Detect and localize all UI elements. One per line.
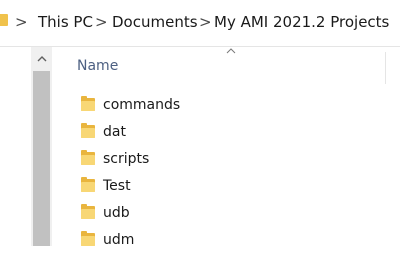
- column-header-name[interactable]: Name: [77, 58, 118, 74]
- list-item[interactable]: udb: [60, 199, 400, 226]
- navigation-scrollbar[interactable]: [31, 47, 52, 246]
- list-item[interactable]: scripts: [60, 145, 400, 172]
- breadcrumb-this-pc[interactable]: This PC: [38, 12, 93, 32]
- file-name: dat: [103, 123, 126, 140]
- list-item[interactable]: Test: [60, 172, 400, 199]
- folder-icon: [81, 231, 95, 246]
- list-item[interactable]: udm: [60, 226, 400, 253]
- list-item[interactable]: dat: [60, 118, 400, 145]
- folder-icon: [81, 204, 95, 219]
- breadcrumb-separator: >: [95, 13, 108, 31]
- breadcrumb-documents[interactable]: Documents: [112, 12, 198, 32]
- sort-ascending-icon: [224, 46, 238, 56]
- chevron-up-icon: [37, 55, 46, 61]
- breadcrumb-separator: >: [199, 13, 212, 31]
- list-item[interactable]: commands: [60, 91, 400, 118]
- breadcrumb-separator: >: [15, 13, 28, 31]
- folder-icon: [81, 177, 95, 192]
- file-name: udm: [103, 231, 135, 248]
- scroll-thumb[interactable]: [33, 71, 50, 246]
- folder-icon: [0, 14, 8, 26]
- file-name: commands: [103, 96, 181, 113]
- file-name: scripts: [103, 150, 150, 167]
- breadcrumb-my-ami-projects[interactable]: My AMI 2021.2 Projects: [214, 12, 389, 32]
- scroll-up-button[interactable]: [31, 47, 52, 70]
- address-bar[interactable]: > This PC > Documents > My AMI 2021.2 Pr…: [0, 0, 400, 47]
- file-name: Test: [103, 177, 131, 194]
- folder-icon: [81, 123, 95, 138]
- folder-icon: [81, 96, 95, 111]
- column-divider[interactable]: [385, 52, 386, 84]
- file-name: udb: [103, 204, 130, 221]
- folder-icon: [81, 150, 95, 165]
